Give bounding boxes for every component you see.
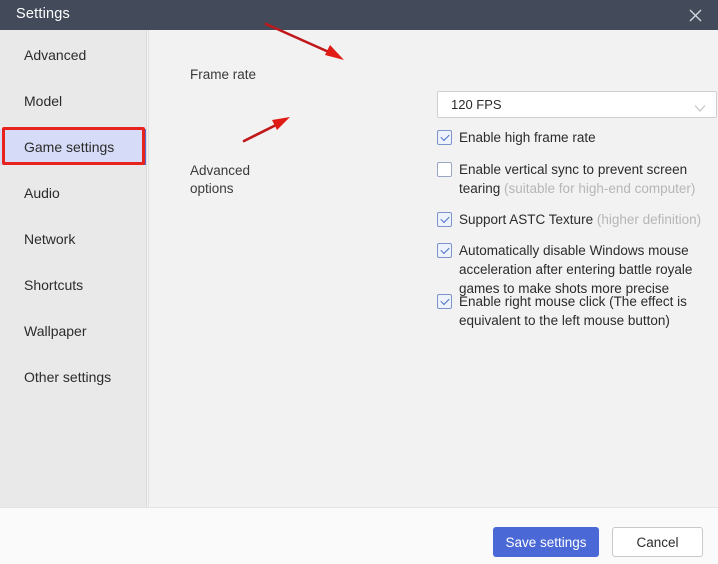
high-frame-rate-label: Enable high frame rate	[459, 130, 596, 145]
sidebar-item-wallpaper[interactable]: Wallpaper	[0, 313, 146, 349]
sidebar-item-shortcuts[interactable]: Shortcuts	[0, 267, 146, 303]
vertical-sync-hint: (suitable for high-end computer)	[504, 181, 696, 196]
astc-texture-text: Support ASTC Texture	[459, 212, 597, 227]
mouse-acceleration-label: Automatically disable Windows mouse acce…	[459, 243, 697, 296]
save-settings-button[interactable]: Save settings	[493, 527, 599, 557]
sidebar-item-other-settings[interactable]: Other settings	[0, 359, 146, 395]
right-mouse-click-label: Enable right mouse click (The effect is …	[459, 294, 691, 328]
frame-rate-value: 120 FPS	[451, 97, 502, 112]
window-title: Settings	[16, 6, 70, 22]
right-mouse-click-checkbox[interactable]	[437, 294, 452, 309]
high-frame-rate-checkbox[interactable]	[437, 130, 452, 145]
sidebar: Advanced Model Game settings Audio Netwo…	[0, 30, 147, 507]
active-indicator-bar	[142, 129, 146, 165]
astc-texture-label: Support ASTC Texture (higher definition)	[459, 210, 701, 229]
footer-bar: Save settings Cancel	[0, 507, 718, 564]
vertical-sync-checkbox[interactable]	[437, 162, 452, 177]
cancel-button[interactable]: Cancel	[612, 527, 703, 557]
frame-rate-select[interactable]: 120 FPS	[437, 91, 717, 118]
astc-texture-checkbox[interactable]	[437, 212, 452, 227]
chevron-down-icon	[694, 100, 706, 112]
sidebar-item-advanced[interactable]: Advanced	[0, 37, 146, 73]
frame-rate-label: Frame rate	[190, 67, 257, 82]
content-panel: Frame rate 120 FPS Enable high frame rat…	[147, 30, 718, 507]
sidebar-item-label: Shortcuts	[24, 277, 84, 293]
sidebar-item-label: Other settings	[24, 369, 112, 385]
mouse-acceleration-checkbox[interactable]	[437, 243, 452, 258]
settings-window: Settings Advanced Model Game settings Au…	[0, 0, 718, 564]
sidebar-item-label: Audio	[24, 185, 60, 201]
advanced-options-label-line1: Advanced	[190, 163, 251, 178]
advanced-options-label-line2: options	[190, 181, 234, 196]
sidebar-item-model[interactable]: Model	[0, 83, 146, 119]
title-bar: Settings	[0, 0, 718, 30]
sidebar-item-label: Game settings	[24, 139, 115, 155]
vertical-sync-label: Enable vertical sync to prevent screen t…	[459, 160, 718, 198]
sidebar-item-audio[interactable]: Audio	[0, 175, 146, 211]
sidebar-item-label: Wallpaper	[24, 323, 87, 339]
close-icon	[689, 9, 702, 22]
sidebar-item-game-settings[interactable]: Game settings	[0, 129, 146, 165]
close-button[interactable]	[672, 0, 718, 30]
astc-texture-hint: (higher definition)	[596, 212, 702, 227]
sidebar-item-label: Advanced	[24, 47, 87, 63]
sidebar-item-network[interactable]: Network	[0, 221, 146, 257]
sidebar-item-label: Model	[24, 93, 63, 109]
content-inner: Frame rate 120 FPS Enable high frame rat…	[148, 30, 718, 507]
sidebar-item-label: Network	[24, 231, 76, 247]
